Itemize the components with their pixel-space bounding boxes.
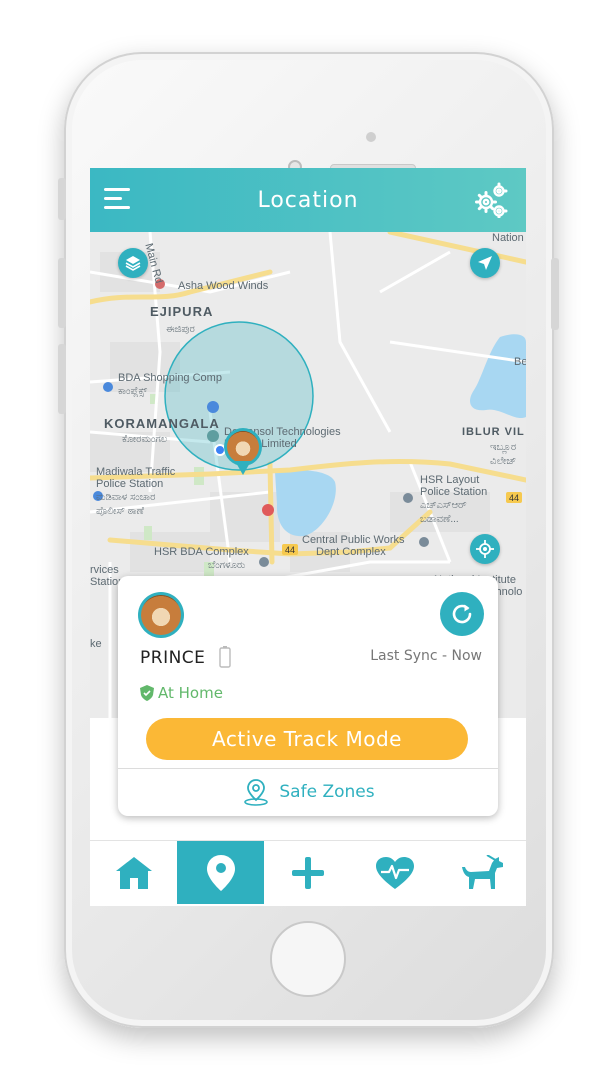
map-label: Asha Wood Winds	[178, 280, 269, 292]
map-label: Dept Complex	[316, 546, 386, 558]
road-number: 44	[285, 545, 296, 555]
refresh-icon	[452, 604, 472, 624]
map-label: ಪೊಲೀಸ್ ಠಾಣೆ	[96, 506, 144, 517]
map-label: Be	[514, 356, 526, 368]
volume-down-button	[58, 344, 66, 414]
map-label: EJIPURA	[150, 304, 214, 319]
map-label: ಇಬ್ಲೂರ	[490, 442, 517, 453]
map-label: ಮಡಿವಾಳ ಸಂಚಾರ	[96, 492, 156, 503]
map-label: ಬಡಾವಣೆ...	[420, 514, 459, 525]
map-label: ಕೋರಮಂಗಲ	[122, 434, 168, 445]
map-label: Police Station	[420, 486, 488, 498]
pet-name: PRINCE	[140, 648, 206, 668]
map-label: ಎಚ್‌ಎಸ್‌ಆರ್	[420, 500, 467, 511]
geofence-pin-icon	[244, 779, 269, 806]
map-label: ke	[90, 638, 102, 650]
location-pin-icon	[206, 854, 235, 891]
map-label: HSR Layout	[420, 474, 480, 486]
recenter-button[interactable]	[470, 534, 500, 564]
battery-icon	[219, 646, 231, 668]
settings-gear-icon[interactable]	[474, 182, 508, 218]
pet-avatar[interactable]	[138, 592, 184, 638]
last-sync-text: Last Sync - Now	[370, 648, 482, 664]
map-label: ವಿಲೇಜ್	[490, 456, 517, 467]
nav-add[interactable]	[264, 841, 351, 904]
safe-zones-link[interactable]: Safe Zones	[118, 772, 498, 812]
sync-button[interactable]	[440, 592, 484, 636]
pin-tip	[235, 461, 251, 475]
divider	[118, 768, 498, 769]
app-header: Location	[90, 168, 526, 232]
mute-switch	[58, 178, 66, 220]
map-layers-button[interactable]	[118, 248, 148, 278]
map-label: ಬೆಂಗಳೂರು	[208, 560, 246, 571]
map-label: BDA Shopping Comp	[118, 372, 222, 384]
plus-icon	[292, 856, 324, 889]
map-label: ಕಾಂಪ್ಲೆಕ್ಸ್	[118, 386, 148, 397]
map-label: HSR BDA Complex	[154, 546, 249, 558]
map-label: KORAMANGALA	[104, 416, 220, 431]
home-button[interactable]	[270, 921, 346, 997]
nav-location[interactable]	[177, 841, 265, 904]
heart-rate-icon	[376, 856, 415, 889]
pet-status-card: PRINCE Last Sync - Now At Home Active Tr…	[118, 576, 498, 816]
map-label: IBLUR VIL	[462, 426, 525, 438]
navigate-button[interactable]	[470, 248, 500, 278]
map-label: Madiwala Traffic	[96, 466, 176, 478]
map-label: Nation	[492, 232, 524, 244]
bottom-nav	[90, 840, 526, 904]
layers-icon	[125, 256, 141, 271]
power-button	[551, 258, 559, 330]
nav-home[interactable]	[90, 841, 177, 904]
home-status: At Home	[140, 684, 223, 702]
map-label: Central Public Works	[302, 534, 405, 546]
map-label: ಈಜಿಪುರ	[166, 324, 195, 335]
pet-location-pin[interactable]	[222, 428, 264, 482]
active-track-mode-button[interactable]: Active Track Mode	[146, 718, 468, 760]
road-number: 44	[509, 493, 520, 503]
proximity-sensor	[366, 132, 376, 142]
menu-icon[interactable]	[104, 188, 132, 210]
app-screen: Location Main Rd Asha Wood Winds EJIPURA…	[90, 168, 526, 906]
crosshair-icon	[476, 540, 494, 558]
volume-up-button	[58, 258, 66, 328]
shield-icon	[140, 685, 154, 701]
navigation-arrow-icon	[478, 256, 492, 270]
safe-zones-label: Safe Zones	[279, 782, 375, 802]
nav-pet[interactable]	[439, 841, 526, 904]
map-label: rvices	[90, 564, 119, 576]
status-text: At Home	[158, 684, 223, 702]
map-label: Police Station	[96, 478, 164, 490]
page-title: Location	[257, 187, 359, 213]
nav-health[interactable]	[352, 841, 439, 904]
home-icon	[115, 856, 152, 889]
dog-icon	[462, 854, 504, 889]
